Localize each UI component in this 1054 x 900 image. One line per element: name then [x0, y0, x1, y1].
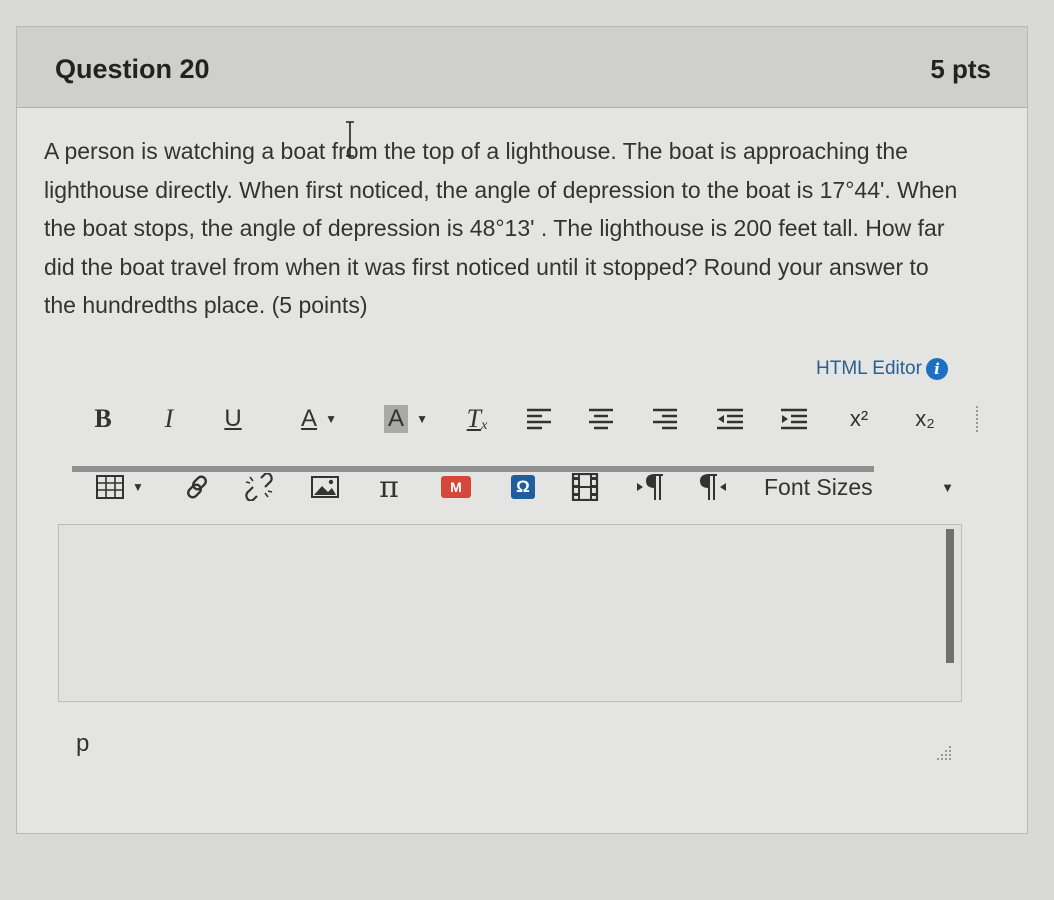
chevron-down-icon: ▼ [132, 480, 144, 494]
question-text: A person is watching a boat from the top… [44, 138, 958, 318]
indent-button[interactable] [778, 396, 810, 442]
text-color-icon: A [301, 405, 318, 432]
subscript-button[interactable]: x₂ [908, 396, 942, 442]
background-color-button[interactable]: A ▼ [370, 396, 442, 442]
editor-toolbar-row-1: B I U A ▼ A ▼ Tx x² x₂ [58, 396, 992, 442]
embed-icon: Ω [511, 475, 535, 499]
question-points: 5 pts [930, 54, 991, 84]
media-icon: M [441, 476, 471, 498]
align-center-button[interactable] [586, 396, 616, 442]
rtl-icon [699, 473, 726, 500]
ltr-button[interactable] [632, 464, 668, 510]
clear-formatting-button[interactable]: Tx [460, 396, 494, 442]
table-icon [96, 475, 125, 499]
media-button[interactable]: M [438, 464, 474, 510]
html-editor-link[interactable]: HTML Editor i [816, 358, 948, 380]
table-button[interactable]: ▼ [90, 464, 150, 510]
link-button[interactable] [180, 464, 214, 510]
image-icon [311, 476, 339, 498]
font-sizes-select[interactable]: Font Sizes ▼ [764, 464, 954, 510]
clear-formatting-icon: T [466, 404, 482, 433]
superscript-button[interactable]: x² [842, 396, 876, 442]
chevron-down-icon: ▼ [941, 479, 954, 495]
toolbar-overflow-handle[interactable] [976, 406, 980, 432]
unlink-icon [245, 473, 273, 501]
chevron-down-icon: ▼ [416, 412, 428, 426]
outdent-button[interactable] [714, 396, 746, 442]
chevron-down-icon: ▼ [325, 412, 337, 426]
font-sizes-label: Font Sizes [764, 473, 873, 500]
align-left-button[interactable] [524, 396, 554, 442]
resize-handle-icon[interactable] [935, 744, 953, 762]
italic-button[interactable]: I [154, 396, 184, 442]
link-icon [187, 475, 207, 499]
html-editor-label: HTML Editor [816, 358, 922, 379]
question-title: Question 20 [55, 54, 210, 84]
bold-button[interactable]: B [88, 396, 118, 442]
film-icon [571, 473, 599, 501]
equation-button[interactable]: π [372, 464, 406, 510]
rtl-button[interactable] [696, 464, 732, 510]
element-path: p [76, 730, 90, 757]
background-color-icon: A [384, 405, 409, 433]
underline-button[interactable]: U [218, 396, 248, 442]
ltr-icon [637, 473, 663, 500]
align-right-button[interactable] [650, 396, 680, 442]
embed-button[interactable] [568, 464, 602, 510]
image-button[interactable] [308, 464, 342, 510]
question-header: Question 20 5 pts [17, 27, 1027, 108]
info-icon: i [925, 358, 948, 380]
editor-scrollbar[interactable] [946, 529, 954, 663]
unlink-button[interactable] [242, 464, 276, 510]
text-color-button[interactable]: A ▼ [284, 396, 354, 442]
rich-text-editor[interactable] [58, 524, 962, 702]
editor-toolbar-row-2: ▼ π M Ω Font Sizes ▼ [58, 464, 954, 510]
text-cursor-icon [346, 121, 354, 157]
record-button[interactable]: Ω [506, 464, 540, 510]
